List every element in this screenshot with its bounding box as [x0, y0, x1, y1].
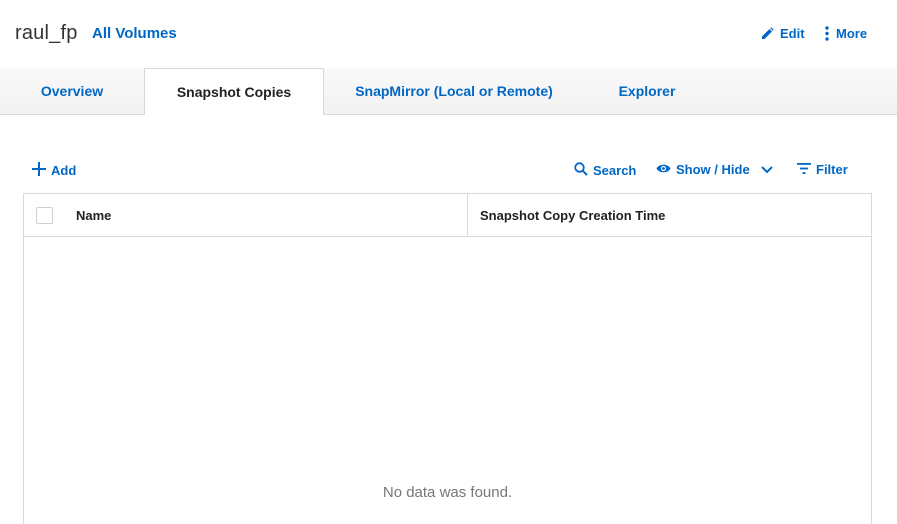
tab-snapmirror[interactable]: SnapMirror (Local or Remote)	[324, 68, 584, 115]
breadcrumb-all-volumes[interactable]: All Volumes	[92, 25, 177, 42]
table-toolbar: Add Search Show / Hide Filter	[0, 158, 897, 184]
more-button[interactable]: More	[824, 26, 867, 41]
edit-button[interactable]: Edit	[761, 26, 805, 41]
column-divider[interactable]	[467, 194, 468, 237]
tab-snapshot-copies[interactable]: Snapshot Copies	[144, 68, 324, 115]
more-label: More	[836, 26, 868, 41]
search-button[interactable]: Search	[574, 162, 636, 179]
search-label: Search	[593, 163, 637, 178]
chevron-down-icon	[760, 162, 773, 177]
show-hide-label: Show / Hide	[676, 162, 750, 177]
add-button[interactable]: Add	[32, 162, 76, 179]
empty-state-message: No data was found.	[382, 484, 513, 501]
tab-bar-filler	[710, 68, 897, 115]
search-icon	[574, 162, 588, 179]
edit-label: Edit	[780, 26, 805, 41]
filter-label: Filter	[816, 162, 848, 177]
column-header-name[interactable]: Name	[76, 194, 111, 237]
filter-button[interactable]: Filter	[797, 162, 848, 177]
vertical-dots-icon	[824, 26, 830, 41]
filter-icon	[797, 162, 811, 177]
tab-explorer[interactable]: Explorer	[584, 68, 710, 115]
add-label: Add	[51, 163, 77, 178]
plus-icon	[32, 162, 46, 179]
snapshot-table: Name Snapshot Copy Creation Time No data…	[23, 193, 872, 524]
show-hide-columns-button[interactable]: Show / Hide	[656, 162, 773, 177]
page-title: raul_fp	[15, 22, 78, 44]
table-header: Name Snapshot Copy Creation Time	[24, 194, 871, 237]
column-header-creation-time[interactable]: Snapshot Copy Creation Time	[480, 194, 665, 237]
page-header: raul_fp All Volumes Edit More	[0, 0, 897, 68]
tab-overview[interactable]: Overview	[0, 68, 144, 115]
tab-bar: Overview Snapshot Copies SnapMirror (Loc…	[0, 68, 897, 115]
eye-icon	[656, 162, 671, 177]
pencil-icon	[761, 27, 774, 40]
select-all-checkbox[interactable]	[36, 207, 53, 224]
